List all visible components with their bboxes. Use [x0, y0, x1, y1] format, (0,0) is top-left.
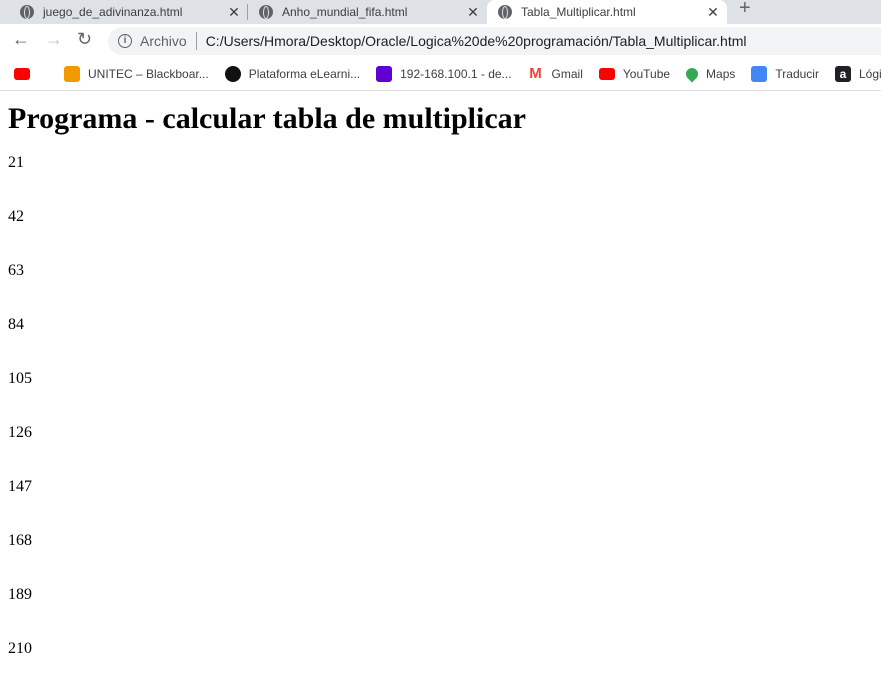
toolbar: ← → ↻ i Archivo C:/Users/Hmora/Desktop/O… — [0, 24, 881, 58]
youtube-icon — [598, 68, 615, 80]
bookmark-label: Lógica — [858, 67, 881, 81]
tab-tabla[interactable]: Tabla_Multiplicar.html ✕ — [487, 0, 727, 24]
bookmark-traducir[interactable]: Traducir — [751, 66, 819, 82]
bookmark-label: Plataforma eLearni... — [248, 67, 361, 81]
result-line: 63 — [8, 262, 24, 279]
result-line: 168 — [8, 532, 32, 549]
a-icon: a — [834, 66, 851, 82]
divider — [195, 32, 197, 50]
tab-juego[interactable]: juego_de_adivinanza.html ✕ — [20, 0, 242, 24]
tab-anho[interactable]: Anho_mundial_fifa.html ✕ — [259, 0, 481, 24]
bookmark-maps[interactable]: Maps — [683, 65, 736, 83]
tab-label: Anho_mundial_fifa.html — [282, 5, 408, 19]
new-tab-button[interactable]: + — [739, 0, 751, 20]
page-title: Programa - calcular tabla de multiplicar — [8, 102, 526, 135]
result-line: 126 — [8, 424, 32, 441]
bookmark-youtube[interactable]: YouTube — [598, 67, 671, 81]
bookmark-label: Gmail — [551, 67, 583, 81]
tab-label: juego_de_adivinanza.html — [43, 5, 183, 19]
translate-icon — [751, 66, 768, 82]
bookmark-router[interactable]: 192-168.100.1 - de... — [376, 66, 512, 82]
info-icon[interactable]: i — [118, 34, 132, 48]
page-content: Programa - calcular tabla de multiplicar… — [8, 100, 526, 694]
bookmark-label: UNITEC – Blackboar... — [88, 67, 209, 81]
result-line: 21 — [8, 154, 24, 171]
maps-icon — [683, 65, 701, 83]
yahoo-icon — [376, 66, 393, 82]
url-text[interactable]: C:/Users/Hmora/Desktop/Oracle/Logica%20d… — [206, 33, 747, 49]
bookmark-gmail[interactable]: M Gmail — [528, 66, 583, 82]
bookmark-label: 192-168.100.1 - de... — [400, 67, 512, 81]
close-icon[interactable]: ✕ — [226, 4, 242, 21]
scheme-label: Archivo — [140, 33, 187, 49]
reload-button[interactable]: ↻ — [77, 29, 92, 50]
result-line: 42 — [8, 208, 24, 225]
result-line: 147 — [8, 478, 32, 495]
gmail-icon: M — [529, 65, 542, 82]
globe-icon — [20, 5, 34, 19]
bookmark-youtube-icon-only[interactable] — [14, 68, 38, 80]
pencil-icon — [64, 66, 80, 82]
result-line: 189 — [8, 586, 32, 603]
close-icon[interactable]: ✕ — [705, 4, 721, 21]
globe-icon — [224, 66, 241, 82]
youtube-icon — [14, 68, 30, 80]
bookmark-unitec[interactable]: UNITEC – Blackboar... — [64, 66, 209, 82]
bookmarks-bar: UNITEC – Blackboar... Plataforma eLearni… — [0, 58, 881, 91]
back-button[interactable]: ← — [12, 29, 30, 50]
result-line: 84 — [8, 316, 24, 333]
close-icon[interactable]: ✕ — [465, 4, 481, 21]
result-line: 210 — [8, 640, 32, 657]
bookmark-label: YouTube — [622, 67, 671, 81]
bookmark-logica[interactable]: a Lógica — [834, 66, 881, 82]
tab-label: Tabla_Multiplicar.html — [521, 5, 636, 19]
address-bar[interactable]: i Archivo C:/Users/Hmora/Desktop/Oracle/… — [108, 27, 881, 55]
bookmark-label: Traducir — [775, 67, 819, 81]
bookmark-plataforma[interactable]: Plataforma eLearni... — [224, 66, 361, 82]
bookmark-label: Maps — [706, 67, 736, 81]
tab-bar: juego_de_adivinanza.html ✕ Anho_mundial_f… — [0, 0, 881, 24]
globe-icon — [259, 5, 273, 19]
globe-icon — [498, 5, 512, 19]
tab-divider — [247, 4, 248, 20]
result-line: 105 — [8, 370, 32, 387]
forward-button[interactable]: → — [45, 29, 63, 50]
